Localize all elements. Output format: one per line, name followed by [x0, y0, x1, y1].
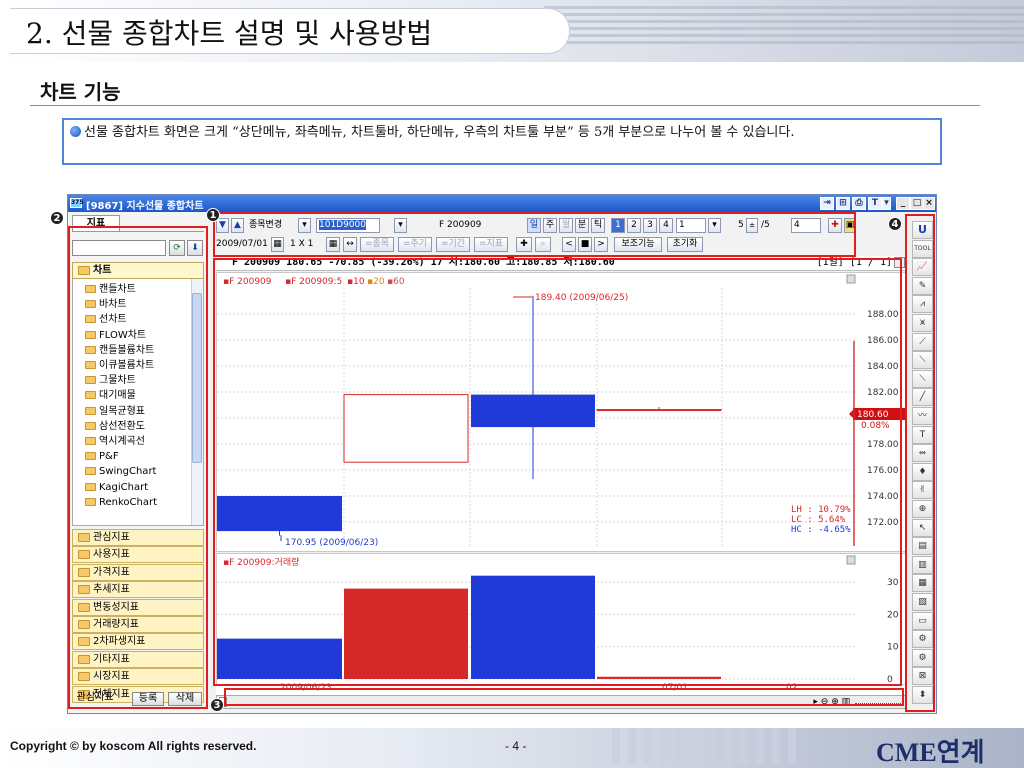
- region-3-frame: [224, 688, 904, 706]
- badge-2: 2: [50, 211, 64, 225]
- pin-icon[interactable]: ⇥: [820, 197, 834, 210]
- region-chart-frame: [213, 258, 902, 686]
- close-button[interactable]: ×: [923, 197, 935, 210]
- slide-title: 2. 선물 종합차트 설명 및 사용방법: [26, 17, 433, 50]
- footer-bars: [612, 728, 802, 764]
- app-icon: 375: [70, 198, 84, 208]
- brand-logo: CME연계: [876, 738, 985, 767]
- text-icon[interactable]: T: [868, 197, 882, 210]
- section-subtitle: 차트 기능: [40, 80, 121, 104]
- region-4-frame: [905, 214, 935, 712]
- description-box: 선물 종합차트 화면은 크게 “상단메뉴, 좌측메뉴, 차트툴바, 하단메뉴, …: [62, 118, 942, 165]
- badge-3: 3: [210, 698, 224, 712]
- bullet-icon: [70, 126, 81, 137]
- copyright: Copyright © by koscom All rights reserve…: [10, 739, 257, 753]
- window-titlebar[interactable]: 375 [9867] 지수선물 종합차트 ⇥ ⊞ ⎙ T ▾ _ □ ×: [68, 195, 936, 212]
- description-text: 선물 종합차트 화면은 크게 “상단메뉴, 좌측메뉴, 차트툴바, 하단메뉴, …: [84, 125, 795, 140]
- badge-1: 1: [206, 208, 220, 222]
- region-1-frame: [213, 212, 856, 257]
- badge-4: 4: [888, 217, 902, 231]
- subtitle-rule: [30, 105, 980, 106]
- window-title: [9867] 지수선물 종합차트: [86, 201, 204, 212]
- maximize-button[interactable]: □: [910, 197, 924, 210]
- print-icon[interactable]: ⎙: [852, 197, 866, 210]
- page-number: - 4 -: [505, 739, 527, 753]
- region-2-frame: [68, 226, 208, 709]
- dropdown-icon[interactable]: ▾: [882, 197, 891, 210]
- minimize-button[interactable]: _: [896, 197, 910, 210]
- link-icon[interactable]: ⊞: [836, 197, 850, 210]
- header-stripes: [544, 6, 1024, 44]
